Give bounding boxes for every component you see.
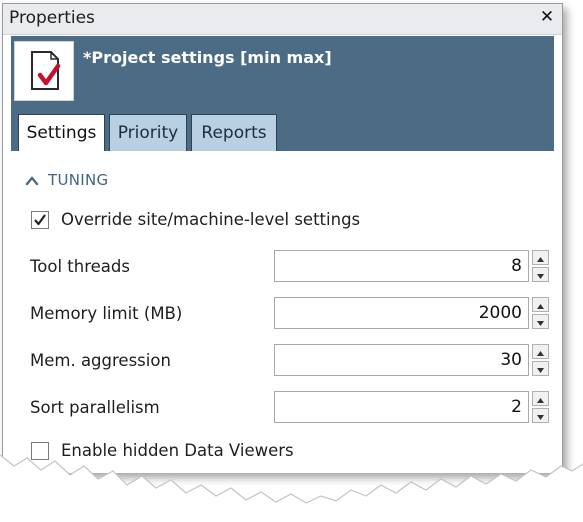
sort-parallelism-input[interactable] [274,391,529,423]
tab-reports[interactable]: Reports [191,114,277,151]
tab-reports-label: Reports [201,123,267,143]
sort-parallelism-up-button[interactable] [532,391,549,406]
mem-aggression-down-button[interactable] [532,361,549,376]
tab-settings-label: Settings [26,123,97,143]
memory-limit-up-button[interactable] [532,297,549,312]
tool-threads-label: Tool threads [30,257,130,276]
memory-limit-down-button[interactable] [532,314,549,329]
panel-title: Properties [9,8,95,28]
tool-threads-up-button[interactable] [532,250,549,265]
panel-titlebar: Properties ✕ [3,4,562,35]
settings-content: TUNING Override site/machine-level setti… [11,151,554,473]
caret-up-icon [537,398,544,403]
mem-aggression-stepper [532,344,549,376]
tool-threads-stepper [532,250,549,282]
project-header: *Project settings [min max] Settings Pri… [11,36,554,152]
tool-threads-down-button[interactable] [532,267,549,282]
close-icon[interactable]: ✕ [538,7,556,27]
torn-edge-decoration [0,454,583,522]
caret-up-icon [537,351,544,356]
caret-down-icon [537,368,544,373]
document-check-icon [14,41,74,101]
sort-parallelism-label: Sort parallelism [30,398,160,417]
memory-limit-input[interactable] [274,297,529,329]
mem-aggression-input[interactable] [274,344,529,376]
tab-priority-label: Priority [117,123,179,143]
caret-up-icon [537,257,544,262]
mem-aggression-label: Mem. aggression [30,351,171,370]
override-checkbox-box[interactable] [31,211,49,229]
mem-aggression-up-button[interactable] [532,344,549,359]
properties-panel: Properties ✕ *Project settings [min max]… [2,3,563,473]
tab-settings[interactable]: Settings [18,114,105,152]
chevron-up-icon [25,173,39,191]
caret-down-icon [537,321,544,326]
memory-limit-stepper [532,297,549,329]
section-tuning-label: TUNING [48,171,109,189]
caret-down-icon [537,415,544,420]
caret-up-icon [537,304,544,309]
caret-down-icon [537,274,544,279]
sort-parallelism-stepper [532,391,549,423]
project-title: *Project settings [min max] [83,48,332,67]
memory-limit-label: Memory limit (MB) [30,304,183,323]
tool-threads-input[interactable] [274,250,529,282]
tab-priority[interactable]: Priority [109,114,187,151]
override-checkbox-label: Override site/machine-level settings [61,210,361,229]
sort-parallelism-down-button[interactable] [532,408,549,423]
